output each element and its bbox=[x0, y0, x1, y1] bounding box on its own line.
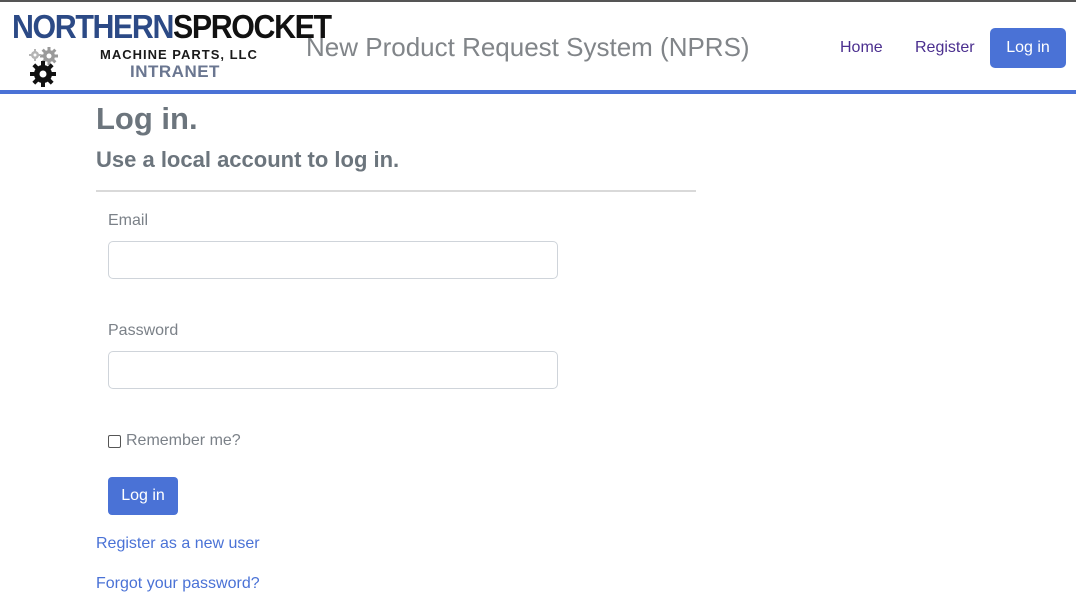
password-field[interactable] bbox=[108, 351, 558, 389]
company-logo[interactable]: NORTHERNSPROCKET MACHINE PARTS, LLC INTR… bbox=[12, 10, 332, 87]
email-label: Email bbox=[108, 212, 149, 229]
forgot-password-link[interactable]: Forgot your password? bbox=[96, 575, 260, 593]
nav-home-link[interactable]: Home bbox=[840, 39, 883, 57]
page-title: Log in. bbox=[96, 101, 198, 136]
remember-me-option[interactable]: Remember me? bbox=[108, 432, 241, 450]
remember-me-label: Remember me? bbox=[126, 432, 241, 449]
logo-subtitle: MACHINE PARTS, LLC bbox=[100, 47, 258, 62]
nav-register-link[interactable]: Register bbox=[915, 39, 975, 57]
email-field[interactable] bbox=[108, 241, 558, 279]
navbar: NORTHERNSPROCKET MACHINE PARTS, LLC INTR… bbox=[0, 2, 1076, 90]
navbar-accent-border bbox=[0, 90, 1076, 94]
login-submit-button[interactable]: Log in bbox=[108, 477, 178, 515]
nav-login-button[interactable]: Log in bbox=[990, 28, 1066, 68]
gears-icon bbox=[29, 47, 58, 87]
app-title: New Product Request System (NPRS) bbox=[306, 32, 750, 62]
section-divider bbox=[96, 190, 696, 192]
checkbox-icon[interactable] bbox=[108, 434, 121, 448]
password-label: Password bbox=[108, 322, 179, 339]
register-new-user-link[interactable]: Register as a new user bbox=[96, 535, 260, 553]
logo-word-northern: NORTHERN bbox=[12, 8, 174, 45]
logo-tagline: INTRANET bbox=[130, 62, 220, 81]
page-subtitle: Use a local account to log in. bbox=[96, 147, 400, 172]
logo-wordmark: NORTHERNSPROCKET bbox=[12, 8, 332, 45]
